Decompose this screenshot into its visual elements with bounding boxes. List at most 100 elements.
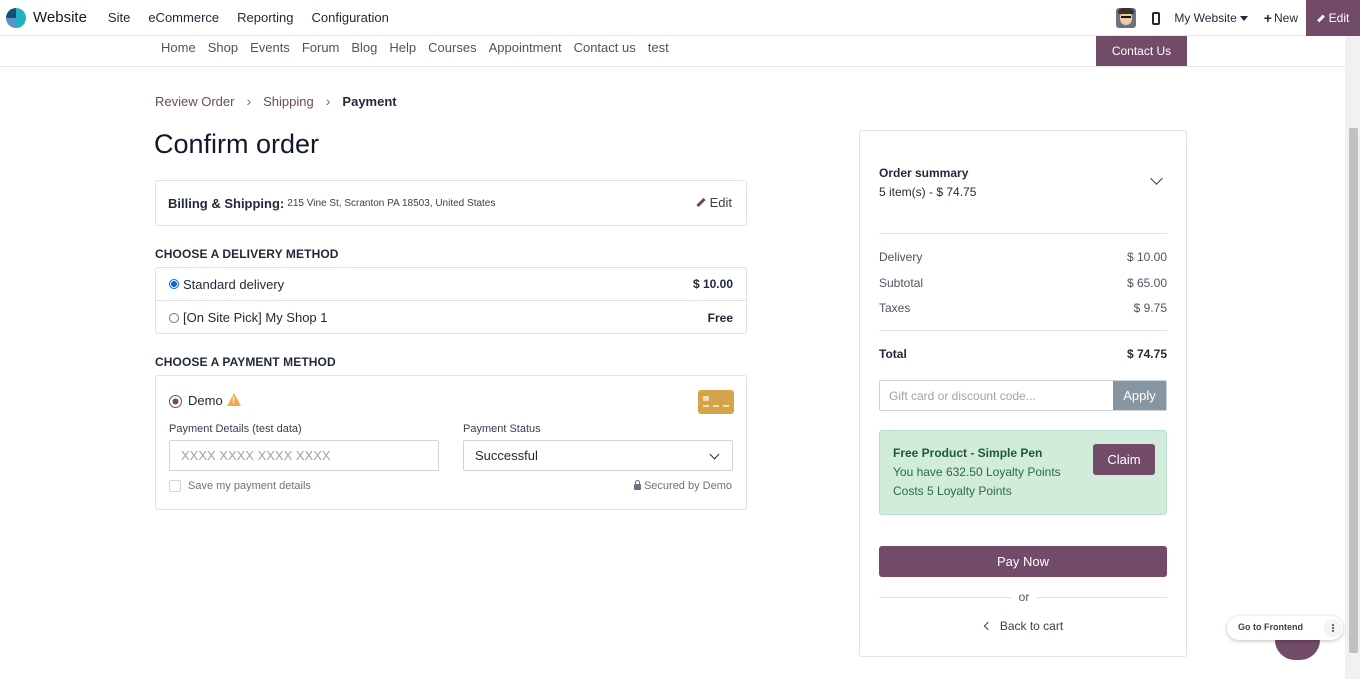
lock-icon: [633, 480, 641, 490]
delivery-option-name: [On Site Pick] My Shop 1: [183, 310, 328, 325]
save-payment-checkbox[interactable]: [169, 480, 181, 492]
edit-page-button[interactable]: Edit: [1306, 0, 1360, 36]
breadcrumb-review-order[interactable]: Review Order: [155, 94, 234, 109]
website-switcher[interactable]: My Website: [1174, 11, 1248, 25]
warning-icon: [227, 393, 241, 406]
summary-row-subtotal: Subtotal $ 65.00: [879, 276, 1167, 290]
payment-provider-name: Demo: [188, 393, 223, 408]
app-name: Website: [33, 9, 87, 26]
delivery-option-standard[interactable]: Standard delivery $ 10.00: [156, 268, 746, 301]
chevron-right-icon: ›: [246, 93, 252, 109]
card-chip: [703, 396, 709, 401]
contact-us-button[interactable]: Contact Us: [1096, 36, 1187, 66]
page-scrollbar-thumb[interactable]: [1349, 128, 1358, 653]
menu-reporting[interactable]: Reporting: [237, 10, 293, 25]
total-value: $ 74.75: [1126, 347, 1167, 361]
nav-appointment[interactable]: Appointment: [489, 40, 562, 55]
payment-details-input[interactable]: XXXX XXXX XXXX XXXX: [169, 440, 439, 471]
credit-card-icon: [698, 390, 734, 414]
billing-address: 215 Vine St, Scranton PA 18503, United S…: [287, 197, 496, 209]
summary-row-label: Delivery: [879, 250, 923, 264]
admin-top-bar: Website Site eCommerce Reporting Configu…: [0, 0, 1360, 36]
checkout-breadcrumb: Review Order › Shipping › Payment: [155, 93, 397, 109]
delivery-option-name: Standard delivery: [183, 276, 285, 292]
reward-points-available: You have 632.50 Loyalty Points: [893, 465, 1061, 479]
nav-shop[interactable]: Shop: [208, 40, 238, 55]
save-payment-label: Save my payment details: [188, 480, 311, 492]
nav-events[interactable]: Events: [250, 40, 290, 55]
divider: [879, 330, 1167, 331]
nav-courses[interactable]: Courses: [428, 40, 476, 55]
payment-details-placeholder: XXXX XXXX XXXX XXXX: [181, 448, 331, 463]
edit-address-label: Edit: [709, 195, 732, 210]
delivery-option-price: $ 10.00: [692, 277, 733, 291]
billing-label: Billing & Shipping:: [168, 195, 285, 211]
nav-test[interactable]: test: [648, 40, 669, 55]
top-right-actions: My Website + New Edit: [1116, 0, 1360, 36]
breadcrumb-payment: Payment: [342, 93, 397, 109]
loyalty-reward-box: Free Product - Simple Pen You have 632.5…: [879, 430, 1167, 515]
billing-shipping-card: Billing & Shipping: 215 Vine St, Scranto…: [155, 180, 747, 226]
avatar-hair: [1118, 8, 1135, 14]
summary-row-value: $ 65.00: [1126, 276, 1167, 290]
pencil-icon: [1316, 14, 1325, 22]
more-options-icon[interactable]: [1324, 619, 1342, 637]
mobile-preview-icon[interactable]: [1152, 11, 1161, 25]
claim-reward-button[interactable]: Claim: [1093, 444, 1155, 475]
payment-section-title: CHOOSE A PAYMENT METHOD: [155, 355, 336, 369]
breadcrumb-shipping[interactable]: Shipping: [263, 94, 314, 109]
app-logo[interactable]: Website: [6, 7, 87, 28]
total-label: Total: [879, 347, 907, 361]
or-separator: or: [1012, 590, 1036, 604]
pay-now-button[interactable]: Pay Now: [879, 546, 1167, 577]
delivery-option-price: Free: [707, 310, 733, 325]
nav-home[interactable]: Home: [161, 40, 196, 55]
menu-configuration[interactable]: Configuration: [312, 10, 389, 25]
go-to-frontend-pill[interactable]: Go to Frontend: [1227, 616, 1343, 640]
chevron-down-icon: [709, 449, 720, 460]
chevron-down-icon[interactable]: [1150, 172, 1163, 185]
delivery-option-onsite[interactable]: [On Site Pick] My Shop 1 Free: [156, 301, 746, 334]
discount-code-group: Gift card or discount code... Apply: [879, 380, 1167, 411]
nav-blog[interactable]: Blog: [351, 40, 377, 55]
caret-down-icon: [1239, 15, 1248, 21]
page-title: Confirm order: [154, 129, 320, 159]
summary-row-label: Taxes: [879, 301, 911, 315]
summary-row-total: Total $ 74.75: [879, 347, 1167, 361]
menu-site[interactable]: Site: [108, 10, 130, 25]
payment-status-value: Successful: [475, 448, 538, 463]
payment-status-label: Payment Status: [463, 423, 541, 435]
summary-row-delivery: Delivery $ 10.00: [879, 250, 1167, 264]
nav-help[interactable]: Help: [389, 40, 416, 55]
website-navbar: Home Shop Events Forum Blog Help Courses…: [0, 36, 1345, 67]
new-button[interactable]: + New: [1264, 10, 1298, 26]
delivery-methods-card: Standard delivery $ 10.00 [On Site Pick]…: [155, 267, 747, 334]
secured-by-label: Secured by Demo: [643, 480, 732, 492]
chevron-left-icon: [983, 621, 993, 631]
delivery-radio-onsite[interactable]: [169, 312, 179, 323]
apply-discount-button[interactable]: Apply: [1113, 381, 1166, 410]
website-switcher-label: My Website: [1174, 11, 1237, 25]
menu-ecommerce[interactable]: eCommerce: [148, 10, 219, 25]
website-nav-links: Home Shop Events Forum Blog Help Courses…: [155, 40, 675, 55]
pencil-icon: [695, 197, 706, 208]
website-logo-icon: [6, 7, 26, 28]
delivery-section-title: CHOOSE A DELIVERY METHOD: [155, 247, 339, 261]
chevron-right-icon: ›: [325, 93, 331, 109]
delivery-radio-standard[interactable]: [169, 279, 179, 289]
go-to-frontend-label: Go to Frontend: [1238, 622, 1303, 632]
user-avatar[interactable]: [1116, 8, 1137, 28]
summary-row-taxes: Taxes $ 9.75: [879, 301, 1167, 315]
order-summary-title: Order summary: [879, 166, 969, 180]
payment-status-select[interactable]: Successful: [463, 440, 733, 471]
nav-forum[interactable]: Forum: [302, 40, 340, 55]
reward-title: Free Product - Simple Pen: [893, 446, 1043, 460]
discount-code-input[interactable]: Gift card or discount code...: [880, 381, 1113, 410]
back-to-cart-link[interactable]: Back to cart: [860, 619, 1188, 633]
payment-radio-demo[interactable]: [169, 395, 182, 408]
summary-row-label: Subtotal: [879, 276, 924, 290]
summary-row-value: $ 9.75: [1133, 301, 1167, 315]
edit-address-link[interactable]: Edit: [695, 195, 732, 210]
back-to-cart-label: Back to cart: [999, 619, 1064, 633]
nav-contact-us[interactable]: Contact us: [574, 40, 636, 55]
